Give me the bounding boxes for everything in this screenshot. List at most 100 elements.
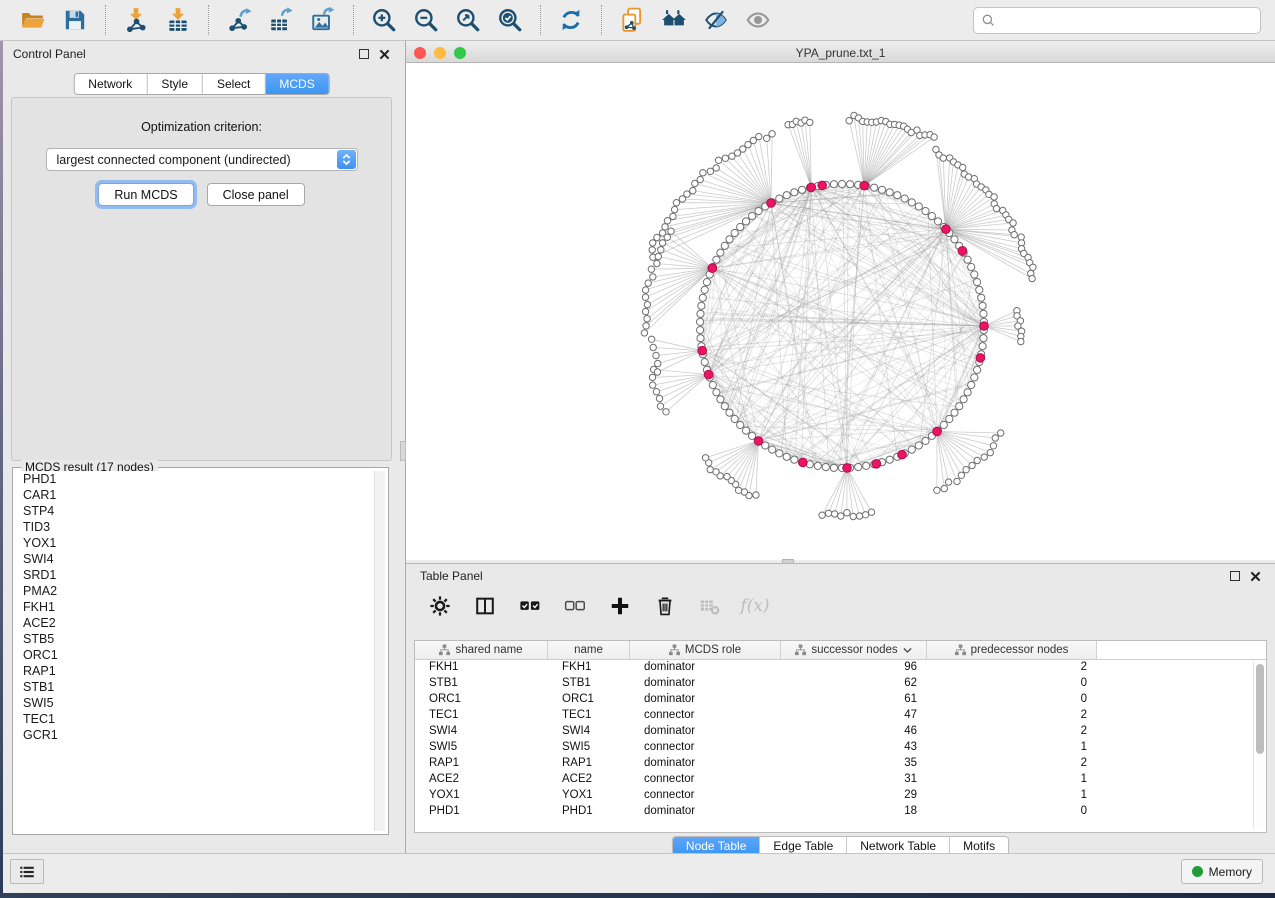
create-column-icon xyxy=(609,595,631,617)
hide-selected-icon xyxy=(703,7,729,33)
network-window-title: YPA_prune.txt_1 xyxy=(406,46,1275,60)
cell-name: ORC1 xyxy=(548,692,630,708)
mcds-result-list[interactable]: PHD1CAR1STP4TID3YOX1SWI4SRD1PMA2FKH1ACE2… xyxy=(16,471,374,831)
tab-network[interactable]: Network xyxy=(74,74,147,94)
mcds-result-item[interactable]: TID3 xyxy=(16,519,374,535)
task-history-button[interactable] xyxy=(10,859,44,884)
mcds-result-item[interactable]: FKH1 xyxy=(16,599,374,615)
table-panel-title: Table Panel xyxy=(420,569,483,583)
cell-MCDS-role: dominator xyxy=(630,692,781,708)
optimization-criterion-value: largest connected component (undirected) xyxy=(57,153,291,167)
export-network-icon xyxy=(226,7,252,33)
table-scrollbar[interactable] xyxy=(1253,662,1264,829)
screen: Control Panel NetworkStyleSelectMCDS Opt… xyxy=(0,0,1275,898)
show-columns-button[interactable] xyxy=(473,594,497,618)
run-mcds-button[interactable]: Run MCDS xyxy=(98,183,193,206)
mcds-result-item[interactable]: ACE2 xyxy=(16,615,374,631)
memory-button[interactable]: Memory xyxy=(1181,859,1263,884)
cell-predecessor-nodes: 0 xyxy=(927,692,1097,708)
search-input[interactable] xyxy=(1001,8,1260,33)
cell-successor-nodes: 62 xyxy=(781,676,927,692)
cell-predecessor-nodes: 2 xyxy=(927,724,1097,740)
select-all-button[interactable] xyxy=(518,594,542,618)
column-header-predecessor-nodes[interactable]: predecessor nodes xyxy=(927,641,1097,659)
tab-style[interactable]: Style xyxy=(147,74,203,94)
zoom-fit-button[interactable] xyxy=(451,4,485,36)
mcds-result-item[interactable]: SWI4 xyxy=(16,551,374,567)
zoom-in-button[interactable] xyxy=(367,4,401,36)
table-mode-button[interactable] xyxy=(428,594,452,618)
mcds-result-item[interactable]: PHD1 xyxy=(16,471,374,487)
horizontal-splitter-handle[interactable] xyxy=(782,559,794,564)
hide-selected-button[interactable] xyxy=(699,4,733,36)
import-table-button[interactable] xyxy=(161,4,195,36)
table-row[interactable]: FKH1FKH1dominator962 xyxy=(415,660,1266,676)
tab-select[interactable]: Select xyxy=(203,74,265,94)
table-row[interactable]: ACE2ACE2connector311 xyxy=(415,772,1266,788)
zoom-out-button[interactable] xyxy=(409,4,443,36)
cell-shared-name: ACE2 xyxy=(415,772,548,788)
table-row[interactable]: SWI4SWI4dominator462 xyxy=(415,724,1266,740)
column-header-name[interactable]: name xyxy=(548,641,630,659)
close-table-panel-icon[interactable] xyxy=(1250,571,1261,582)
export-network-button[interactable] xyxy=(222,4,256,36)
unselect-all-button[interactable] xyxy=(563,594,587,618)
open-file-button[interactable] xyxy=(16,4,50,36)
mcds-result-item[interactable]: STP4 xyxy=(16,503,374,519)
cell-name: SWI4 xyxy=(548,724,630,740)
cell-predecessor-nodes: 0 xyxy=(927,804,1097,820)
table-row[interactable]: RAP1RAP1dominator352 xyxy=(415,756,1266,772)
column-header-shared-name[interactable]: shared name xyxy=(415,641,548,659)
export-table-button[interactable] xyxy=(264,4,298,36)
mcds-list-scrollbar[interactable] xyxy=(374,471,385,831)
search-box[interactable] xyxy=(973,7,1261,34)
mcds-result-item[interactable]: SWI5 xyxy=(16,695,374,711)
table-row[interactable]: ORC1ORC1dominator610 xyxy=(415,692,1266,708)
import-network-button[interactable] xyxy=(119,4,153,36)
column-header-MCDS-role[interactable]: MCDS role xyxy=(630,641,781,659)
cell-predecessor-nodes: 2 xyxy=(927,708,1097,724)
cell-name: PHD1 xyxy=(548,804,630,820)
float-table-panel-icon[interactable] xyxy=(1230,571,1240,581)
mcds-result-item[interactable]: STB1 xyxy=(16,679,374,695)
close-panel-icon[interactable] xyxy=(379,49,390,60)
optimization-criterion-select[interactable]: largest connected component (undirected) xyxy=(46,148,358,171)
tab-mcds[interactable]: MCDS xyxy=(265,74,328,94)
mcds-result-item[interactable]: PMA2 xyxy=(16,583,374,599)
network-canvas[interactable] xyxy=(406,63,1275,560)
mcds-result-item[interactable]: ORC1 xyxy=(16,647,374,663)
mcds-result-item[interactable]: STB5 xyxy=(16,631,374,647)
cell-MCDS-role: connector xyxy=(630,708,781,724)
table-row[interactable]: YOX1YOX1connector291 xyxy=(415,788,1266,804)
delete-columns-button[interactable] xyxy=(653,594,677,618)
mcds-result-item[interactable]: RAP1 xyxy=(16,663,374,679)
mcds-result-item[interactable]: CAR1 xyxy=(16,487,374,503)
mcds-result-item[interactable]: SRD1 xyxy=(16,567,374,583)
first-neighbors-button[interactable] xyxy=(657,4,691,36)
cell-MCDS-role: connector xyxy=(630,740,781,756)
cell-successor-nodes: 47 xyxy=(781,708,927,724)
save-session-button[interactable] xyxy=(58,4,92,36)
close-panel-button[interactable]: Close panel xyxy=(207,183,305,206)
mcds-panel: Optimization criterion: largest connecte… xyxy=(11,97,392,461)
export-table-icon xyxy=(268,7,294,33)
cell-predecessor-nodes: 1 xyxy=(927,788,1097,804)
table-row[interactable]: PHD1PHD1dominator180 xyxy=(415,804,1266,820)
clone-network-button[interactable] xyxy=(615,4,649,36)
table-scrollbar-thumb[interactable] xyxy=(1256,664,1264,754)
create-column-button[interactable] xyxy=(608,594,632,618)
export-image-button[interactable] xyxy=(306,4,340,36)
table-row[interactable]: SWI5SWI5connector431 xyxy=(415,740,1266,756)
cell-predecessor-nodes: 2 xyxy=(927,660,1097,676)
attribute-icon xyxy=(669,644,680,656)
mcds-result-item[interactable]: YOX1 xyxy=(16,535,374,551)
zoom-selected-button[interactable] xyxy=(493,4,527,36)
float-panel-icon[interactable] xyxy=(359,49,369,59)
table-row[interactable]: STB1STB1dominator620 xyxy=(415,676,1266,692)
column-header-successor-nodes[interactable]: successor nodes xyxy=(781,641,927,659)
table-row[interactable]: TEC1TEC1connector472 xyxy=(415,708,1266,724)
toolbar-separator xyxy=(105,5,106,35)
refresh-button[interactable] xyxy=(554,4,588,36)
mcds-result-item[interactable]: GCR1 xyxy=(16,727,374,743)
mcds-result-item[interactable]: TEC1 xyxy=(16,711,374,727)
